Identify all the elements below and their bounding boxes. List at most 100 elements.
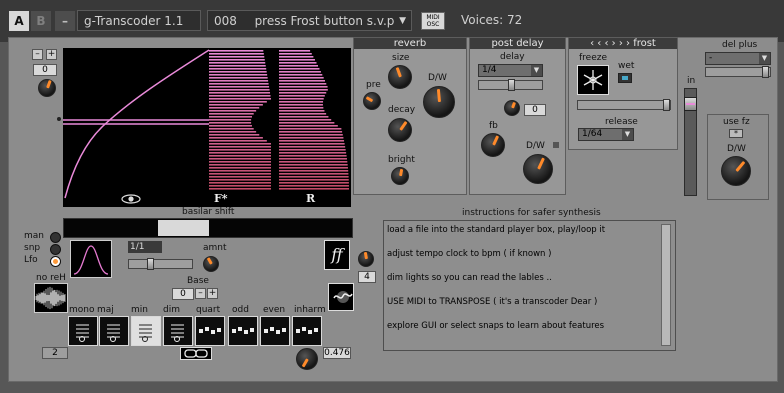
delplus-slider[interactable]	[705, 66, 771, 78]
instruction-line: adjust tempo clock to bpm ( if known )	[387, 249, 552, 259]
chord-inharm-button[interactable]	[292, 316, 322, 346]
waveform-icon	[35, 286, 66, 310]
freeze-label: freeze	[579, 53, 608, 63]
basilar-shift-slider[interactable]	[63, 218, 353, 238]
reverb-bright-label: bright	[388, 155, 415, 165]
delplus-dropdown[interactable]: - ▼	[705, 52, 771, 65]
mode-snp-radio[interactable]	[50, 244, 61, 255]
frost-title: ‹ ‹ ‹ › › › frost	[569, 38, 677, 49]
usefz-dw-knob[interactable]	[721, 156, 751, 186]
in-label: in	[687, 76, 696, 86]
reverb-pre-label: pre	[366, 80, 381, 90]
fb-label: fb	[489, 121, 498, 131]
midi-osc-button[interactable]: MIDI OSC	[421, 12, 445, 30]
left-stepper-minus[interactable]: –	[32, 49, 43, 60]
reverb-decay-knob[interactable]	[388, 118, 412, 142]
chord-min-button[interactable]	[131, 316, 161, 346]
chain-link-icon[interactable]	[180, 347, 212, 360]
reverb-decay-label: decay	[388, 105, 416, 115]
left-knob[interactable]	[38, 79, 56, 97]
post-delay-title: post delay	[470, 38, 565, 49]
chord-mono-label: mono	[69, 305, 95, 315]
base-minus-button[interactable]: –	[195, 288, 206, 299]
reverb-panel: reverb size pre D/W decay bright	[353, 37, 467, 195]
delay-label: delay	[500, 52, 525, 62]
release-dropdown[interactable]: 1/64 ▼	[578, 128, 634, 141]
mode-lfo-radio[interactable]	[50, 256, 61, 267]
chevron-down-icon: ▼	[399, 16, 406, 26]
reverb-title: reverb	[354, 38, 466, 49]
reverb-size-knob[interactable]	[388, 65, 412, 89]
use-fz-panel: use fz * D/W	[707, 114, 769, 200]
chord-dim-label: dim	[163, 305, 180, 315]
noreh-label: no reH	[36, 273, 66, 283]
left-value-box[interactable]: 0	[33, 64, 57, 76]
reverb-pre-knob[interactable]	[363, 92, 381, 110]
delay-dropdown[interactable]: 1/4 ▼	[478, 64, 543, 77]
instruction-line: explore GUI or select snaps to learn abo…	[387, 321, 605, 331]
base-plus-button[interactable]: +	[207, 288, 218, 299]
device-title: g-Transcoder 1.1	[77, 10, 201, 31]
basilar-shift-thumb[interactable]	[158, 220, 209, 236]
instructions-title: instructions for safer synthesis	[462, 208, 601, 218]
frost-slider[interactable]	[577, 99, 671, 111]
chord-min-label: min	[131, 305, 148, 315]
delay-value-box[interactable]: 0	[524, 104, 546, 116]
mode-lfo-label: Lfo	[24, 255, 38, 265]
delay-slider[interactable]	[478, 79, 543, 91]
tab-b-button[interactable]: B	[31, 11, 51, 31]
chord-right-knob[interactable]	[296, 348, 318, 370]
base-value-box[interactable]: 0	[172, 288, 194, 300]
lfo-rate-slider[interactable]	[128, 258, 193, 270]
chord-right-value[interactable]: 0.476	[323, 347, 351, 359]
tilde-button[interactable]	[328, 283, 354, 311]
ff-button[interactable]: ff	[324, 240, 350, 270]
left-stepper-plus[interactable]: +	[46, 49, 57, 60]
instruction-line: load a file into the standard player box…	[387, 225, 606, 235]
minimize-button[interactable]: –	[55, 11, 75, 31]
ff-knob[interactable]	[358, 251, 374, 267]
chord-quart-label: quart	[196, 305, 221, 315]
amnt-knob[interactable]	[203, 256, 219, 272]
delay-dw-knob[interactable]	[523, 154, 553, 184]
input-gain-slider[interactable]	[684, 88, 697, 196]
mode-snp-label: snp	[24, 243, 41, 253]
usefz-label: use fz	[723, 117, 750, 127]
chord-left-value[interactable]: 2	[42, 347, 68, 359]
reverb-dw-knob[interactable]	[423, 86, 455, 118]
input-gain-thumb[interactable]	[684, 97, 697, 111]
freeze-button[interactable]	[577, 65, 609, 95]
reverb-bars	[279, 50, 349, 190]
tab-a-button[interactable]: A	[9, 11, 29, 31]
ff-value-box[interactable]: 4	[358, 271, 376, 283]
mode-man-radio[interactable]	[50, 232, 61, 243]
voices-display: Voices: 72	[461, 13, 523, 27]
chord-mono-button[interactable]	[68, 316, 98, 346]
usefz-button[interactable]: *	[729, 129, 743, 138]
preset-selector[interactable]: 008 press Frost button s.v.p 2* ▼	[207, 10, 412, 49]
reverb-dw-label: D/W	[428, 73, 447, 83]
eye-icon	[121, 194, 141, 204]
delay-small-knob[interactable]	[504, 100, 520, 116]
instructions-scrollbar[interactable]	[661, 224, 671, 346]
reverb-bright-knob[interactable]	[391, 167, 409, 185]
lfo-shape-display[interactable]	[70, 240, 112, 278]
instruction-line: USE MIDI to TRANSPOSE ( it's a transcode…	[387, 297, 598, 307]
chord-odd-button[interactable]	[228, 316, 258, 346]
frost-panel: ‹ ‹ ‹ › › › frost freeze wet release 1/6…	[568, 37, 678, 150]
chord-maj-label: maj	[97, 305, 114, 315]
chevron-down-icon: ▼	[531, 65, 542, 76]
lfo-rate-value[interactable]: 1/1	[128, 241, 162, 253]
wet-toggle[interactable]	[618, 73, 632, 83]
wet-label: wet	[618, 61, 635, 71]
waveform-button[interactable]	[34, 283, 68, 313]
chord-odd-label: odd	[232, 305, 249, 315]
chord-maj-button[interactable]	[99, 316, 129, 346]
spectrum-svg	[63, 49, 349, 204]
amnt-label: amnt	[203, 243, 227, 253]
chord-quart-button[interactable]	[195, 316, 225, 346]
usefz-dw-label: D/W	[727, 144, 746, 154]
fb-knob[interactable]	[481, 133, 505, 157]
chord-dim-button[interactable]	[163, 316, 193, 346]
chord-even-button[interactable]	[260, 316, 290, 346]
